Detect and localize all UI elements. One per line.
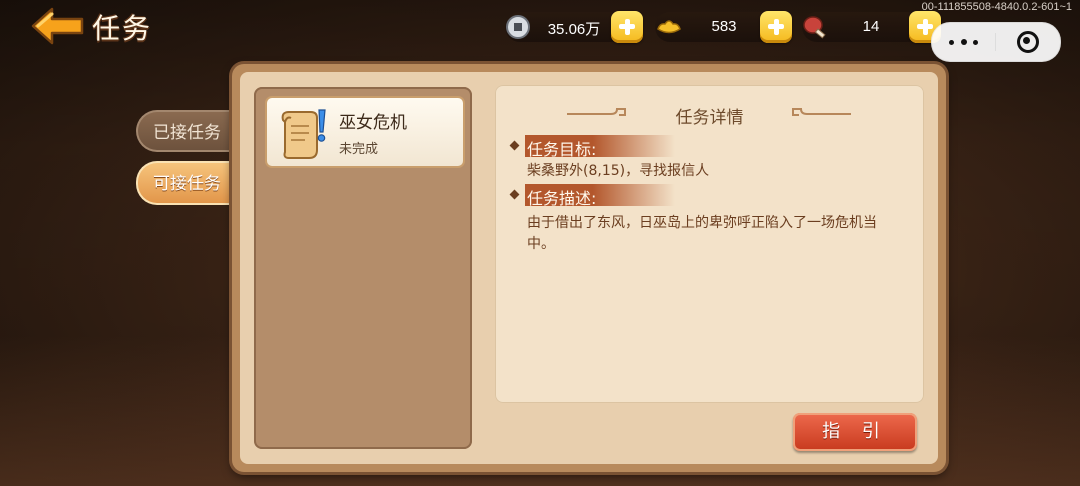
detail-title: 任务详情	[675, 108, 744, 128]
goal-text: 柴桑野外(8,15)，寻找报信人	[527, 163, 710, 179]
silver-amount: 35.06万	[547, 21, 601, 38]
silver-resource-bar: 35.06万	[505, 12, 625, 42]
more-options-icon[interactable]	[932, 23, 995, 61]
add-silver-button[interactable]	[611, 11, 643, 43]
quest-scroll-icon	[281, 109, 326, 159]
back-arrow-icon[interactable]	[30, 6, 86, 46]
guide-button[interactable]: 指 引	[793, 413, 917, 451]
list-item[interactable]: 巫女危机 未完成	[265, 96, 465, 168]
gold-amount: 583	[711, 18, 737, 35]
exit-miniprogram-icon[interactable]	[996, 23, 1059, 61]
tab-available-quests[interactable]: 可接任务	[136, 161, 236, 205]
quest-status: 未完成	[339, 142, 379, 157]
stamina-resource-bar: 14	[802, 12, 922, 42]
page-title: 任务	[92, 12, 153, 45]
silver-coin-icon	[506, 15, 530, 39]
gold-ingot-icon	[657, 20, 681, 34]
meat-icon	[803, 16, 826, 39]
title-ornament-right-icon	[792, 108, 851, 116]
tab-accepted-quests[interactable]: 已接任务	[136, 110, 236, 152]
quest-panel: 巫女危机 未完成 任务详情 任务目标: 柴桑野外(8,15)，寻找报信人 任务描…	[232, 64, 946, 472]
description-text: 由于借出了东风，日巫岛上的卑弥呼正陷入了一场危机当中。	[527, 215, 877, 252]
description-bullet-icon	[509, 189, 520, 200]
description-heading: 任务描述:	[525, 184, 675, 208]
goal-heading: 任务目标:	[525, 135, 675, 159]
goal-bullet-icon	[509, 140, 520, 151]
build-info-text: 00-111855508-4840.0.2-601~1	[921, 1, 1072, 13]
quest-name: 巫女危机	[339, 113, 407, 133]
miniprogram-capsule	[931, 22, 1061, 62]
stamina-amount: 14	[862, 18, 880, 35]
quest-detail-box: 任务详情 任务目标: 柴桑野外(8,15)，寻找报信人 任务描述: 由于借出了东…	[495, 85, 924, 403]
gold-resource-bar: 583	[655, 12, 775, 42]
add-gold-button[interactable]	[760, 11, 792, 43]
